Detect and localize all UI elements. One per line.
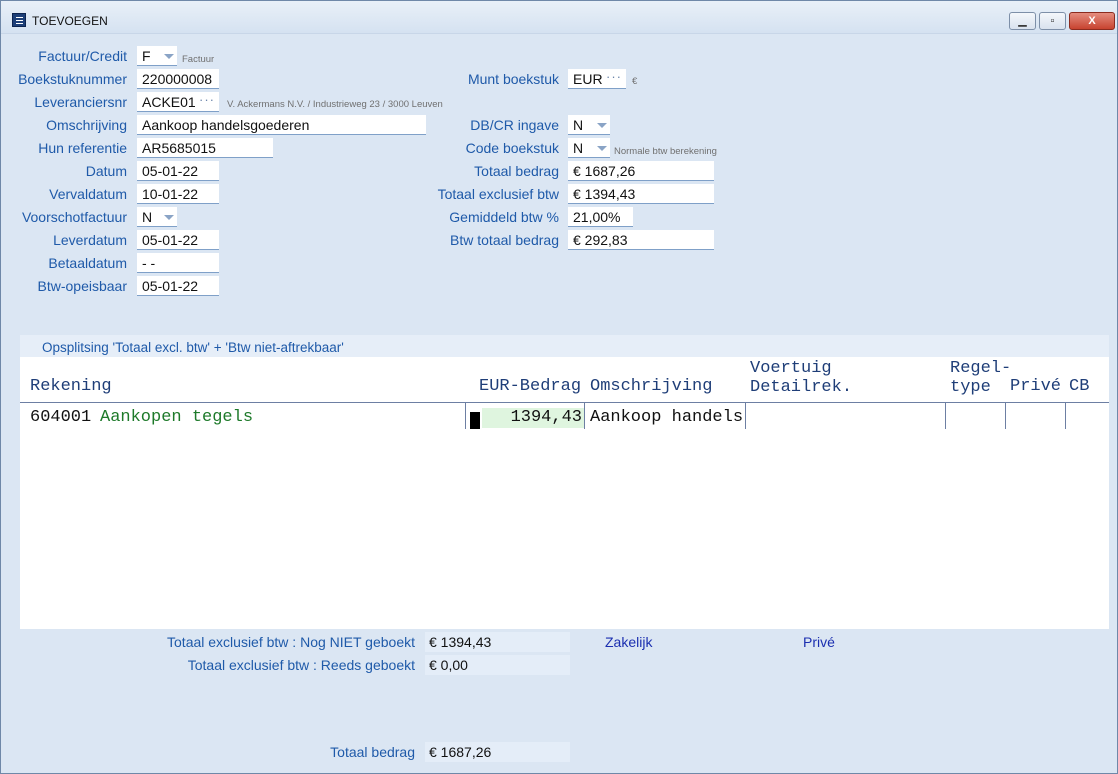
reeds-geboekt-label: Totaal exclusief btw : Reeds geboekt: [187, 657, 415, 673]
omschrijving-cell[interactable]: Aankoop handels: [590, 408, 743, 428]
nog-niet-geboekt-value: € 1394,43: [425, 632, 570, 652]
header-rekening: Rekening: [30, 377, 112, 396]
omschrijving-field[interactable]: Aankoop handelsgoederen: [137, 115, 426, 135]
chevron-down-icon: [597, 123, 607, 128]
leveranciersnr-field[interactable]: ACKE01 ···: [137, 92, 219, 112]
zakelijk-link[interactable]: Zakelijk: [605, 634, 652, 650]
dbcr-ingave-value: N: [573, 117, 584, 133]
title-bar: TOEVOEGEN ▁ ▫ X: [1, 1, 1117, 34]
dbcr-ingave-select[interactable]: N: [568, 115, 610, 135]
code-boekstuk-value: N: [573, 140, 584, 156]
totaal-bedrag-summary-value: € 1687,26: [425, 742, 570, 762]
code-boekstuk-note: Normale btw berekening: [614, 146, 717, 157]
betaaldatum-field[interactable]: - -: [137, 253, 219, 273]
betaaldatum-label: Betaaldatum: [48, 255, 127, 271]
totaal-excl-btw-label: Totaal exclusief btw: [437, 186, 559, 202]
lookup-icon[interactable]: ···: [199, 92, 215, 110]
reeds-geboekt-value: € 0,00: [425, 655, 570, 675]
voorschotfactuur-label: Voorschotfactuur: [21, 209, 127, 225]
vervaldatum-label: Vervaldatum: [49, 186, 127, 202]
factuur-credit-select[interactable]: F: [137, 46, 177, 66]
rekening-naam-cell: Aankopen tegels: [100, 408, 254, 427]
leverdatum-label: Leverdatum: [53, 232, 127, 248]
code-boekstuk-select[interactable]: N: [568, 138, 610, 158]
totaal-bedrag-summary-label: Totaal bedrag: [330, 744, 415, 760]
boekstuknummer-field[interactable]: 220000008: [137, 69, 219, 89]
prive-link[interactable]: Privé: [803, 634, 835, 650]
eur-bedrag-cell[interactable]: 1394,43: [482, 408, 584, 428]
chevron-down-icon: [164, 54, 174, 59]
factuur-credit-note: Factuur: [182, 54, 215, 65]
split-grid: Opsplitsing 'Totaal excl. btw' + 'Btw ni…: [20, 335, 1109, 629]
header-regel: Regel-: [950, 359, 1012, 378]
lookup-icon[interactable]: ···: [606, 69, 622, 87]
header-prive: Privé: [1010, 377, 1062, 396]
window-title: TOEVOEGEN: [32, 14, 108, 28]
minimize-button[interactable]: ▁: [1009, 12, 1036, 30]
gemiddeld-btw-field[interactable]: 21,00%: [568, 207, 633, 227]
leverdatum-field[interactable]: 05-01-22: [137, 230, 219, 250]
hun-referentie-field[interactable]: AR5685015: [137, 138, 273, 158]
window: TOEVOEGEN ▁ ▫ X Factuur/Credit Boekstukn…: [0, 0, 1118, 774]
chevron-down-icon: [164, 215, 174, 220]
header-eur-bedrag: EUR-Bedrag: [479, 377, 582, 396]
nog-niet-geboekt-label: Totaal exclusief btw : Nog NIET geboekt: [167, 634, 415, 650]
omschrijving-label: Omschrijving: [46, 117, 127, 133]
rekening-nr-cell[interactable]: 604001: [30, 408, 91, 428]
factuur-credit-label: Factuur/Credit: [38, 48, 127, 64]
boekstuknummer-label: Boekstuknummer: [18, 71, 127, 87]
totaal-bedrag-field[interactable]: € 1687,26: [568, 161, 714, 181]
header-type: type: [950, 378, 991, 397]
chevron-down-icon: [597, 146, 607, 151]
header-cb: CB: [1069, 377, 1090, 396]
gemiddeld-btw-label: Gemiddeld btw %: [449, 209, 559, 225]
hun-referentie-label: Hun referentie: [38, 140, 127, 156]
header-omschrijving: Omschrijving: [590, 377, 713, 396]
close-button[interactable]: X: [1069, 12, 1115, 30]
munt-boekstuk-field[interactable]: EUR ···: [568, 69, 626, 89]
totaal-bedrag-label: Totaal bedrag: [474, 163, 559, 179]
btw-totaal-bedrag-label: Btw totaal bedrag: [450, 232, 559, 248]
voorschotfactuur-value: N: [142, 209, 153, 225]
maximize-button[interactable]: ▫: [1039, 12, 1066, 30]
grid-title: Opsplitsing 'Totaal excl. btw' + 'Btw ni…: [20, 335, 1109, 357]
btw-opeisbaar-label: Btw-opeisbaar: [37, 278, 128, 294]
dbcr-ingave-label: DB/CR ingave: [470, 117, 559, 133]
app-menu-icon[interactable]: [12, 13, 26, 27]
munt-boekstuk-value: EUR: [573, 71, 603, 87]
header-detailrek: Detailrek.: [750, 378, 853, 397]
leveranciersnr-label: Leveranciersnr: [34, 94, 127, 110]
leveranciersnr-value: ACKE01: [142, 94, 196, 110]
text-cursor: [470, 412, 480, 429]
datum-label: Datum: [85, 163, 127, 179]
btw-totaal-bedrag-field[interactable]: € 292,83: [568, 230, 714, 250]
header-voertuig: Voertuig: [750, 359, 832, 378]
totaal-excl-btw-field[interactable]: € 1394,43: [568, 184, 714, 204]
munt-symbol-note: €: [632, 76, 638, 87]
vervaldatum-field[interactable]: 10-01-22: [137, 184, 219, 204]
btw-opeisbaar-field[interactable]: 05-01-22: [137, 276, 219, 296]
code-boekstuk-label: Code boekstuk: [465, 140, 559, 156]
munt-boekstuk-label: Munt boekstuk: [467, 71, 559, 87]
voorschotfactuur-select[interactable]: N: [137, 207, 177, 227]
leverancier-address-note: V. Ackermans N.V. / Industrieweg 23 / 30…: [227, 99, 443, 110]
datum-field[interactable]: 05-01-22: [137, 161, 219, 181]
factuur-credit-value: F: [142, 48, 151, 64]
